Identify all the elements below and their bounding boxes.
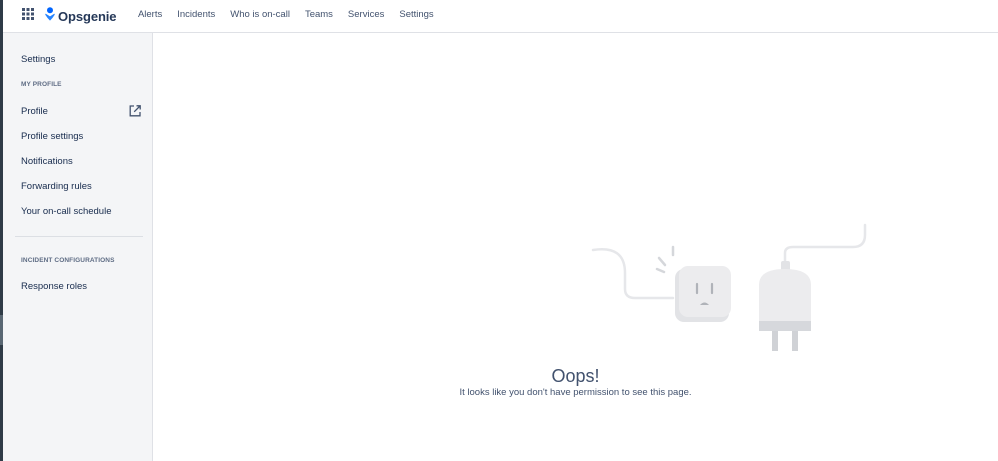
sidebar-item-label: Profile settings <box>21 130 84 142</box>
app-root: Opsgenie Alerts Incidents Who is on-call Te… <box>0 0 998 461</box>
empty-state-message: It looks like you don't have permission … <box>459 387 692 398</box>
empty-state-title: Oops! <box>551 366 600 386</box>
sidebar-item-profile-settings[interactable]: Profile settings <box>21 128 143 144</box>
sidebar-item-label: Forwarding rules <box>21 180 92 192</box>
top-navigation: Opsgenie Alerts Incidents Who is on-call Te… <box>3 0 998 33</box>
sidebar-item-label: Your on-call schedule <box>21 205 112 217</box>
nav-items: Alerts Incidents Who is on-call Teams Servic… <box>130 0 441 33</box>
brand-name: Opsgenie <box>58 8 117 24</box>
main-content: Oops! It looks like you don't have permi… <box>153 33 998 461</box>
app-switcher-button[interactable] <box>13 1 43 31</box>
sidebar-item-profile[interactable]: Profile <box>21 103 143 119</box>
nav-item-services[interactable]: Services <box>340 0 391 33</box>
sidebar-item-response-roles[interactable]: Response roles <box>21 278 143 294</box>
settings-sidebar: Settings MY PROFILE Profile Profile sett… <box>3 33 153 461</box>
section-heading-my-profile: MY PROFILE <box>21 81 62 88</box>
external-link-icon[interactable] <box>128 104 142 118</box>
opsgenie-logo[interactable]: Opsgenie <box>45 6 117 26</box>
section-heading-incident-configurations: INCIDENT CONFIGURATIONS <box>21 257 115 264</box>
nav-item-alerts[interactable]: Alerts <box>130 0 169 33</box>
nav-item-settings[interactable]: Settings <box>392 0 441 33</box>
sidebar-item-label: Response roles <box>21 280 88 292</box>
opsgenie-logo-icon <box>45 6 55 26</box>
unplugged-socket-icon <box>591 223 867 353</box>
nav-item-incidents[interactable]: Incidents <box>170 0 223 33</box>
sidebar-item-notifications[interactable]: Notifications <box>21 153 143 169</box>
sidebar-title: Settings <box>21 54 56 65</box>
sidebar-item-forwarding-rules[interactable]: Forwarding rules <box>21 178 143 194</box>
sidebar-item-label: Notifications <box>21 155 73 167</box>
sidebar-item-on-call-schedule[interactable]: Your on-call schedule <box>21 203 143 219</box>
grid-icon <box>22 7 34 25</box>
sidebar-divider <box>15 236 143 237</box>
nav-item-who-is-on-call[interactable]: Who is on-call <box>223 0 298 33</box>
nav-item-teams[interactable]: Teams <box>297 0 340 33</box>
sidebar-item-label: Profile <box>21 105 48 117</box>
